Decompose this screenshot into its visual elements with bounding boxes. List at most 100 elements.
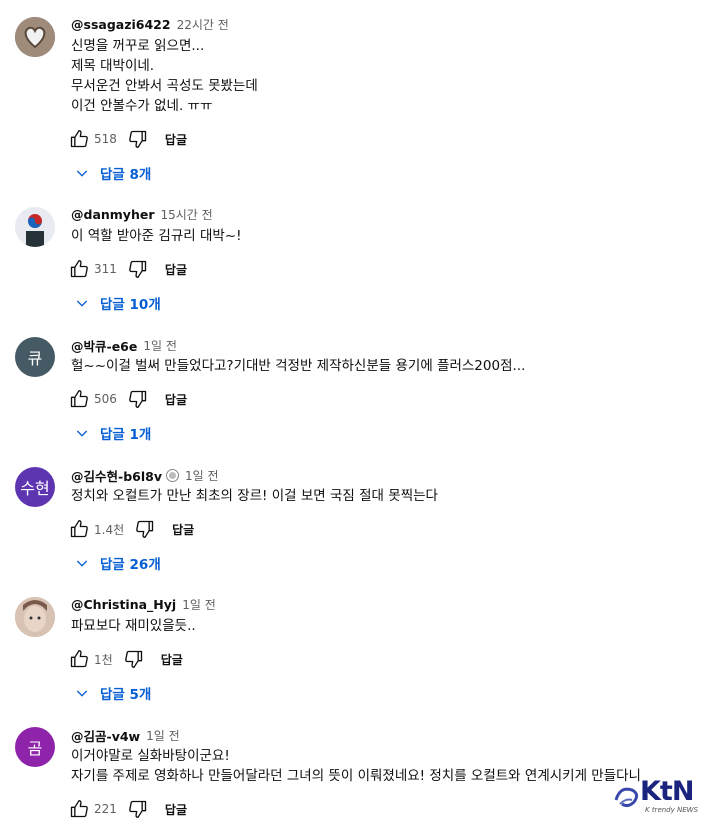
author-name[interactable]: @ssagazi6422: [71, 17, 171, 32]
comment-actions: 518 답글: [68, 127, 187, 151]
comment-time[interactable]: 1일 전: [143, 337, 177, 354]
thumbs-up-icon: [70, 520, 88, 538]
comment-time[interactable]: 1일 전: [146, 727, 180, 744]
comment-text: 이 역할 받아준 김규리 대박~!: [71, 226, 242, 246]
view-replies-button[interactable]: 답글 5개: [74, 683, 151, 703]
replies-count: 답글 1개: [100, 427, 152, 443]
like-count: 1천: [94, 652, 113, 667]
reply-button[interactable]: 답글: [165, 801, 187, 818]
replies-count: 답글 26개: [100, 557, 161, 573]
like-count: 1.4천: [94, 522, 125, 537]
comment-header: @Christina_Hyj 1일 전: [71, 596, 216, 613]
replies-count: 답글 5개: [100, 687, 152, 703]
like-button[interactable]: [68, 648, 90, 670]
like-count: 311: [94, 262, 117, 276]
comment-line: 정치와 오컬트가 만난 최초의 장르! 이걸 보면 국짐 절대 못찍는다: [71, 488, 438, 504]
comment-actions: 1천 답글: [68, 647, 183, 671]
comment-header: @김수현-b6l8v 1일 전: [71, 466, 219, 485]
like-count: 221: [94, 802, 117, 816]
replies-count: 답글 8개: [100, 167, 152, 183]
like-count: 506: [94, 392, 117, 406]
thumbs-up-icon: [70, 390, 88, 408]
view-replies-button[interactable]: 답글 10개: [74, 293, 161, 313]
comment-line: 이건 안볼수가 없네. ㅠㅠ: [71, 98, 213, 114]
reply-button[interactable]: 답글: [165, 261, 187, 278]
thumbs-down-icon: [136, 520, 154, 538]
author-name[interactable]: @김수현-b6l8v: [71, 466, 162, 485]
view-replies-button[interactable]: 답글 26개: [74, 553, 161, 573]
comment-time[interactable]: 1일 전: [185, 467, 219, 484]
like-button[interactable]: [68, 798, 90, 820]
comment-text: 정치와 오컬트가 만난 최초의 장르! 이걸 보면 국짐 절대 못찍는다: [71, 486, 438, 506]
like-button[interactable]: [68, 518, 90, 540]
comment-header: @ssagazi6422 22시간 전: [71, 16, 229, 33]
ktn-logo-text: KtN: [640, 776, 694, 807]
thumbs-down-icon: [129, 390, 147, 408]
comment-time[interactable]: 15시간 전: [161, 206, 213, 223]
avatar-initials: 큐: [27, 349, 43, 368]
avatar[interactable]: 곰: [15, 727, 55, 767]
author-name[interactable]: @Christina_Hyj: [71, 597, 176, 612]
replies-count: 답글 10개: [100, 297, 161, 313]
thumbs-up-icon: [70, 130, 88, 148]
avatar[interactable]: [15, 597, 55, 637]
avatar[interactable]: 수현: [15, 467, 55, 507]
avatar-initials: 곰: [27, 739, 43, 758]
avatar[interactable]: [15, 207, 55, 247]
comment-line: 자기를 주제로 영화하나 만들어달라던 그녀의 뜻이 이뤄졌네요! 정치를 오컬…: [71, 768, 641, 784]
like-button[interactable]: [68, 128, 90, 150]
comment-line: 이 역할 받아준 김규리 대박~!: [71, 228, 242, 244]
author-name[interactable]: @danmyher: [71, 207, 155, 222]
reply-button[interactable]: 답글: [165, 131, 187, 148]
author-name[interactable]: @박큐-e6e: [71, 336, 137, 355]
like-button[interactable]: [68, 258, 90, 280]
comment-actions: 311 답글: [68, 257, 187, 281]
thumbs-down-icon: [129, 130, 147, 148]
reply-button[interactable]: 답글: [165, 391, 187, 408]
thumbs-up-icon: [70, 650, 88, 668]
dislike-button[interactable]: [127, 258, 149, 280]
comment-header: @danmyher 15시간 전: [71, 206, 213, 223]
avatar[interactable]: [15, 17, 55, 57]
thumbs-down-icon: [129, 260, 147, 278]
profile-photo: [15, 597, 55, 637]
dislike-button[interactable]: [127, 388, 149, 410]
reply-button[interactable]: 답글: [161, 651, 183, 668]
comment-line: 신명을 꺼꾸로 읽으면...: [71, 38, 205, 54]
dislike-button[interactable]: [123, 648, 145, 670]
chevron-down-icon: [76, 560, 88, 567]
thumbs-down-icon: [124, 650, 142, 668]
reply-button[interactable]: 답글: [172, 521, 194, 538]
comment-line: 제목 대박이네.: [71, 58, 155, 74]
thumbs-up-icon: [70, 260, 88, 278]
flag-profile-photo: [15, 207, 55, 247]
comment-actions: 221 답글: [68, 797, 187, 821]
chevron-down-icon: [76, 690, 88, 697]
dislike-button[interactable]: [127, 128, 149, 150]
comment-actions: 1.4천 답글: [68, 517, 194, 541]
ktn-watermark-logo: KtN K trendy NEWS: [612, 776, 712, 818]
ktn-logo-subtitle: K trendy NEWS: [645, 806, 699, 814]
dislike-button[interactable]: [127, 798, 149, 820]
comment-text: 헐~~이걸 벌써 만들었다고?기대반 걱정반 제작하신분들 용기에 플러스200…: [71, 356, 525, 376]
like-count: 518: [94, 132, 117, 146]
avatar-initials: 수현: [20, 479, 50, 498]
avatar[interactable]: 큐: [15, 337, 55, 377]
author-name[interactable]: @김곰-v4w: [71, 726, 140, 745]
comment-time[interactable]: 1일 전: [182, 596, 216, 613]
chevron-down-icon: [76, 300, 88, 307]
comment-header: @김곰-v4w 1일 전: [71, 726, 180, 745]
comment-text: 이거야말로 실화바탕이군요! 자기를 주제로 영화하나 만들어달라던 그녀의 뜻…: [71, 746, 641, 786]
chevron-down-icon: [76, 170, 88, 177]
member-badge-icon: [165, 469, 179, 482]
ktn-swirl-icon: [614, 787, 639, 808]
comment-actions: 506 답글: [68, 387, 187, 411]
dislike-button[interactable]: [134, 518, 156, 540]
thumbs-up-icon: [70, 800, 88, 818]
comment-time[interactable]: 22시간 전: [177, 16, 229, 33]
like-button[interactable]: [68, 388, 90, 410]
comment-text: 신명을 꺼꾸로 읽으면... 제목 대박이네. 무서운건 안봐서 곡성도 못봤는…: [71, 36, 258, 116]
view-replies-button[interactable]: 답글 8개: [74, 163, 151, 183]
thumbs-down-icon: [129, 800, 147, 818]
view-replies-button[interactable]: 답글 1개: [74, 423, 151, 443]
